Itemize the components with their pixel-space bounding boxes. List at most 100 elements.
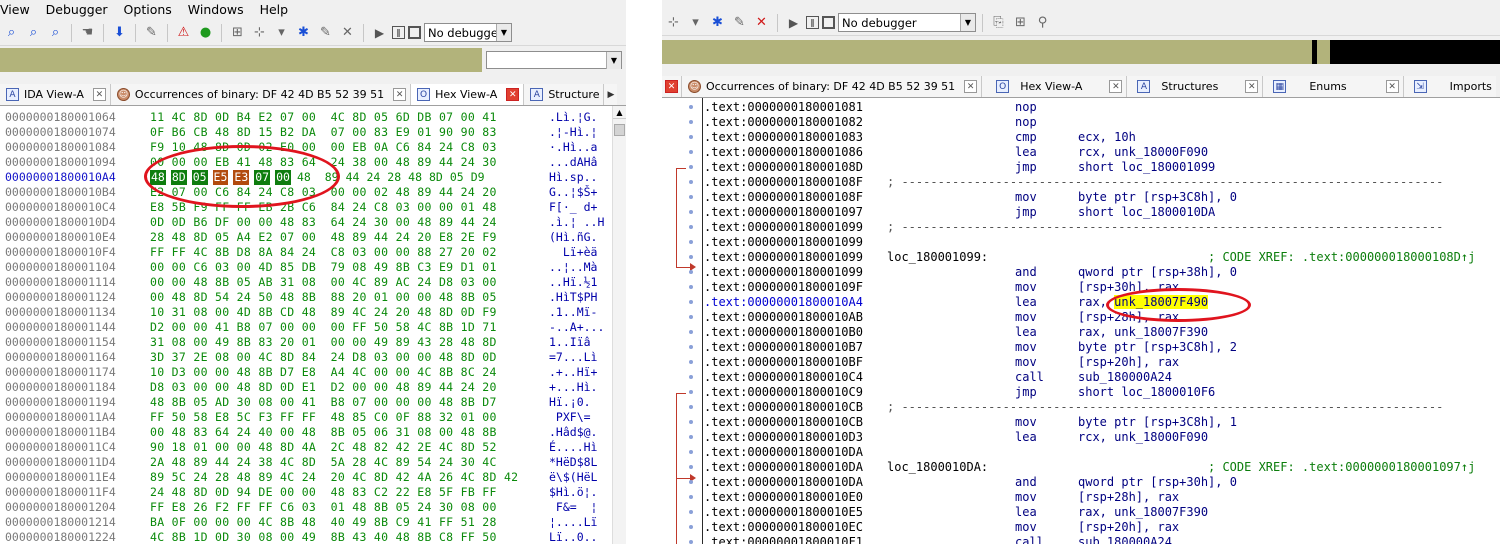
breakpoint-dot[interactable] <box>689 240 693 244</box>
disasm-mnemonic[interactable]: cmp <box>1015 130 1037 144</box>
hex-byte[interactable]: 07 <box>254 170 271 185</box>
hex-bytes[interactable]: BA 0F 00 00 00 4C 8B 48 40 49 8B C9 41 F… <box>150 515 497 529</box>
breakpoint-dot[interactable] <box>689 180 693 184</box>
hex-bytes[interactable]: 00 00 00 EB 41 48 83 64 24 38 00 48 89 4… <box>150 155 497 169</box>
disasm-operands[interactable]: short loc_1800010DA <box>1078 205 1215 219</box>
disasm-row[interactable]: .text:000000018000108F ; ----------------… <box>704 175 1500 190</box>
hex-ascii[interactable]: =7...Lì <box>549 350 597 364</box>
hex-ascii[interactable]: Hï.¡0. <box>549 395 591 409</box>
disasm-operands[interactable]: [rsp+28h], rax <box>1078 490 1179 504</box>
breakpoint-dot[interactable] <box>689 420 693 424</box>
hex-bytes[interactable]: 0F B6 CB 48 8D 15 B2 DA 07 00 83 E9 01 9… <box>150 125 497 139</box>
hex-byte[interactable]: 05 <box>191 170 208 185</box>
search-text-icon[interactable]: ⌕ <box>24 23 43 42</box>
arrow-down-icon[interactable]: ⬇ <box>110 23 129 42</box>
disasm-operands[interactable]: [rsp+28h], rax <box>1078 310 1179 324</box>
tab-enums[interactable]: ▦ Enums ✕ <box>1263 76 1404 97</box>
hex-bytes[interactable]: FF 50 58 E8 5C F3 FF FF 48 85 C0 0F 88 3… <box>150 410 497 424</box>
disasm-mnemonic[interactable]: lea <box>1015 295 1037 309</box>
search-binary-icon[interactable]: ⌕ <box>2 23 21 42</box>
hex-byte[interactable]: 44 <box>345 170 361 185</box>
hex-bytes[interactable]: E8 5B F9 FF FF EB 2B C6 84 24 C8 03 00 0… <box>150 200 497 214</box>
breakpoint-dot[interactable] <box>689 195 693 199</box>
breakpoint-dot[interactable] <box>689 405 693 409</box>
hex-view[interactable]: 0000000180001064 11 4C 8D 0D B4 E2 07 00 … <box>0 106 626 544</box>
hex-byte[interactable]: 00 <box>275 170 291 185</box>
breakpoint-dot[interactable] <box>689 480 693 484</box>
hex-ascii[interactable]: .¦-Hì.¦ <box>549 125 597 139</box>
debugger-select[interactable]: No debugger ▼ <box>838 13 976 32</box>
breakpoint-dot[interactable] <box>689 255 693 259</box>
disasm-operands[interactable]: byte ptr [rsp+3C8h], 2 <box>1078 340 1237 354</box>
rename-icon[interactable]: ✎ <box>730 13 749 32</box>
hex-row[interactable]: 0000000180001134 10 31 08 00 4D 8B CD 48 … <box>0 305 612 320</box>
close-icon[interactable]: ✕ <box>1385 80 1399 93</box>
breakpoint-dot[interactable] <box>689 135 693 139</box>
hex-row[interactable]: 0000000180001224 4C 8B 1D 0D 30 08 00 49 … <box>0 530 612 544</box>
hex-ascii[interactable]: $Hì.ö¦. <box>549 485 597 499</box>
chevron-right-icon[interactable]: ▶ <box>607 90 614 100</box>
play-icon[interactable]: ▶ <box>784 13 803 32</box>
breakpoint-dot[interactable] <box>689 390 693 394</box>
disasm-row[interactable]: .text:00000001800010C4 call sub_180000A24 <box>704 370 1500 385</box>
disasm-operands[interactable]: short loc_1800010F6 <box>1078 385 1215 399</box>
scroll-thumb[interactable] <box>614 124 625 136</box>
hex-row[interactable]: 00000001800010C4 E8 5B F9 FF FF EB 2B C6 … <box>0 200 612 215</box>
chevron-down-icon[interactable]: ▼ <box>960 14 975 31</box>
pause-icon[interactable]: ‖ <box>806 16 819 29</box>
dropdown-arrow-icon[interactable]: ▾ <box>686 13 705 32</box>
hex-row[interactable]: 00000001800011F4 24 48 8D 0D 94 DE 00 00 … <box>0 485 612 500</box>
disasm-operands[interactable]: [rsp+20h], rax <box>1078 355 1179 369</box>
breakpoint-dot[interactable] <box>689 210 693 214</box>
hex-bytes[interactable]: 24 48 8D 0D 94 DE 00 00 48 83 C2 22 E8 5… <box>150 485 497 499</box>
disasm-operands[interactable]: rcx, unk_18000F090 <box>1078 145 1208 159</box>
close-icon[interactable]: ✕ <box>1109 80 1123 93</box>
hex-ascii[interactable]: PXF\= <box>549 410 591 424</box>
disasm-mnemonic[interactable]: mov <box>1015 355 1037 369</box>
disasm-row[interactable]: .text:0000000180001081 nop <box>704 100 1500 115</box>
hex-byte[interactable]: 89 <box>324 170 340 185</box>
tab-occurrences[interactable]: ☺ Occurrences of binary: DF 42 4D B5 52 … <box>110 84 412 105</box>
tab-structures[interactable]: A Structure <box>524 84 605 105</box>
breakpoint-dot[interactable] <box>689 225 693 229</box>
disasm-operands[interactable]: byte ptr [rsp+3C8h], 0 <box>1078 190 1237 204</box>
breakpoint-dot[interactable] <box>689 165 693 169</box>
hex-bytes[interactable]: 0D 0D B6 DF 00 00 48 83 64 24 30 00 48 8… <box>150 215 497 229</box>
hex-byte[interactable]: 48 <box>407 170 423 185</box>
hex-bytes[interactable]: 4C 8B 1D 0D 30 08 00 49 8B 43 40 48 8B C… <box>150 530 497 544</box>
disasm-mnemonic[interactable]: lea <box>1015 430 1037 444</box>
disasm-mnemonic[interactable]: mov <box>1015 490 1037 504</box>
scroll-up-icon[interactable]: ▲ <box>613 106 626 119</box>
hex-byte[interactable]: D9 <box>470 170 486 185</box>
disasm-row[interactable]: .text:0000000180001083 cmp ecx, 10h <box>704 130 1500 145</box>
disasm-operands[interactable]: short loc_180001099 <box>1078 160 1215 174</box>
hex-row[interactable]: 00000001800011D4 2A 48 89 44 24 38 4C 8D … <box>0 455 612 470</box>
hex-ascii[interactable]: .HìT$PH <box>549 290 597 304</box>
disasm-operands[interactable]: qword ptr [rsp+38h], 0 <box>1078 265 1237 279</box>
breakpoint-dot[interactable] <box>689 510 693 514</box>
pause-icon[interactable]: ‖ <box>392 26 405 39</box>
hex-row[interactable]: 00000001800011B4 00 48 83 64 24 40 00 48 … <box>0 425 612 440</box>
debugger-select[interactable]: No debugger ▼ <box>424 23 512 42</box>
hex-ascii[interactable]: É....Hì <box>549 440 597 454</box>
disasm-row[interactable]: .text:000000018000108F mov byte ptr [rsp+3… <box>704 190 1500 205</box>
search-next-icon[interactable]: ⌕ <box>46 23 65 42</box>
hex-byte[interactable]: E3 <box>233 170 250 185</box>
tab-close-left[interactable]: ✕ <box>662 76 682 97</box>
disasm-mnemonic[interactable]: jmp <box>1015 205 1037 219</box>
disasm-row[interactable]: .text:0000000180001082 nop <box>704 115 1500 130</box>
delete-icon[interactable]: ✕ <box>752 13 771 32</box>
disasm-operands[interactable]: rax, unk_18007F490 <box>1078 295 1209 309</box>
disasm-row[interactable]: .text:00000001800010AB mov [rsp+28h], rax <box>704 310 1500 325</box>
hex-ascii[interactable]: ...dAHâ <box>549 155 597 169</box>
disasm-row[interactable]: .text:0000000180001099 ; ----------------… <box>704 220 1500 235</box>
menu-debugger[interactable]: Debugger <box>46 2 108 17</box>
hex-bytes[interactable]: 10 31 08 00 4D 8B CD 48 89 4C 24 20 48 8… <box>150 305 497 319</box>
hex-bytes[interactable]: 48 8B 05 AD 30 08 00 41 B8 07 00 00 00 4… <box>150 395 497 409</box>
breakpoint-dot[interactable] <box>689 540 693 544</box>
disasm-row[interactable]: .text:0000000180001099 loc_180001099: ; CO… <box>704 250 1500 265</box>
disasm-operands[interactable]: byte ptr [rsp+3C8h], 1 <box>1078 415 1237 429</box>
hex-bytes[interactable]: D8 03 00 00 48 8D 0D E1 D2 00 00 48 89 4… <box>150 380 497 394</box>
hex-ascii[interactable]: (Hì.ñG. <box>549 230 597 244</box>
hex-bytes[interactable]: 89 5C 24 28 48 89 4C 24 20 4C 8D 42 4A 2… <box>150 470 518 484</box>
